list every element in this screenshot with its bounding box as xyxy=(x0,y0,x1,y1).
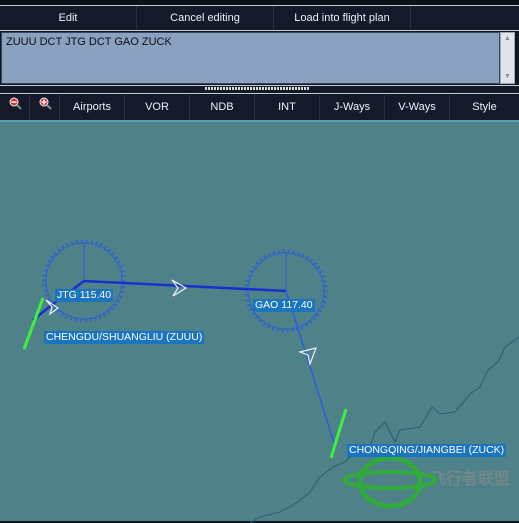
route-line-gao-zuck xyxy=(285,290,337,450)
airport-label-origin[interactable]: CHENGDU/SHUANGLIU (ZUUU) xyxy=(44,331,205,344)
runway-zuck xyxy=(329,408,348,459)
scroll-down-icon[interactable]: ▼ xyxy=(501,71,514,83)
splitter-grip[interactable] xyxy=(205,87,309,90)
vor-label-jtg[interactable]: JTG 115.40 xyxy=(55,289,114,302)
map-toolbar: Airports VOR NDB INT J-Ways V-Ways Style xyxy=(0,95,519,120)
edit-button[interactable]: Edit xyxy=(0,6,137,30)
style-button[interactable]: Style xyxy=(450,95,519,120)
map-view[interactable]: 飞行者联盟 JTG 115.40 GAO 117.40 CHENGDU/SHUA… xyxy=(0,120,519,523)
route-textarea[interactable]: ZUUU DCT JTG DCT GAO ZUCK xyxy=(1,32,500,84)
watermark-text: 飞行者联盟 xyxy=(430,469,510,488)
airports-toggle[interactable]: Airports xyxy=(60,95,125,120)
direction-arrow-icon xyxy=(171,279,188,297)
load-into-flight-plan-button[interactable]: Load into flight plan xyxy=(274,6,411,30)
vor-toggle[interactable]: VOR xyxy=(125,95,190,120)
editor-toolbar: Edit Cancel editing Load into flight pla… xyxy=(0,6,519,31)
map-canvas: 飞行者联盟 xyxy=(22,239,519,523)
v-ways-toggle[interactable]: V-Ways xyxy=(385,95,450,120)
airport-label-destination[interactable]: CHONGQING/JIANGBEI (ZUCK) xyxy=(347,444,507,457)
border-line xyxy=(249,336,519,523)
ndb-toggle[interactable]: NDB xyxy=(190,95,255,120)
zoom-out-icon[interactable] xyxy=(0,95,30,120)
cancel-editing-button[interactable]: Cancel editing xyxy=(137,6,274,30)
zoom-in-icon[interactable] xyxy=(30,95,60,120)
scroll-up-icon[interactable]: ▲ xyxy=(501,33,514,45)
textarea-scrollbar[interactable]: ▲ ▼ xyxy=(500,32,515,84)
splitter[interactable] xyxy=(0,85,519,94)
int-toggle[interactable]: INT xyxy=(255,95,320,120)
runway-zuuu xyxy=(22,297,45,350)
vor-label-gao[interactable]: GAO 117.40 xyxy=(253,299,315,312)
watermark-logo: 飞行者联盟 xyxy=(342,455,510,509)
j-ways-toggle[interactable]: J-Ways xyxy=(320,95,385,120)
